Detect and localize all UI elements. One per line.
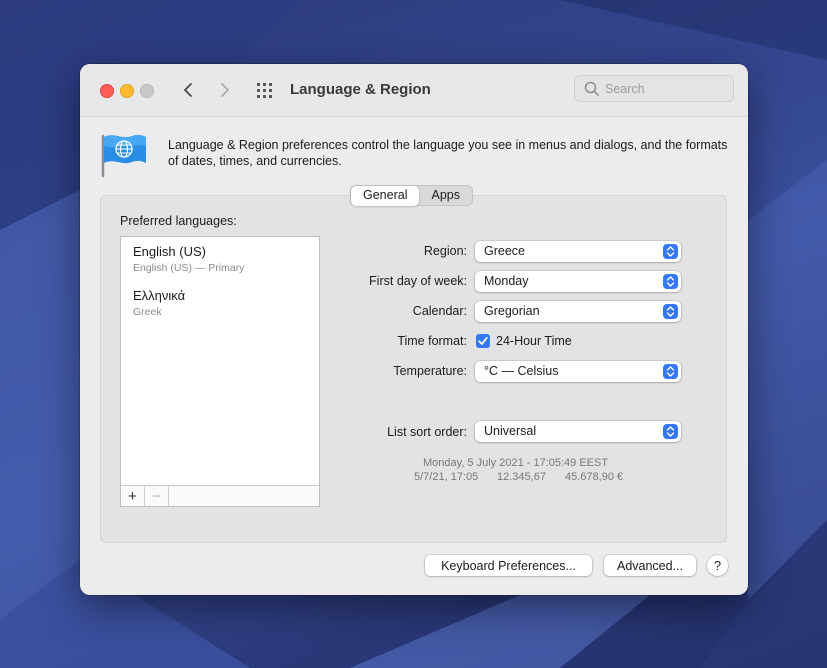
checkmark-icon (478, 336, 488, 345)
language-subtitle: English (US) — Primary (133, 262, 245, 274)
language-name: Ελληνικά (133, 288, 186, 303)
region-value: Greece (484, 244, 525, 258)
region-popup[interactable]: Greece (475, 241, 681, 262)
chevron-updown-icon (663, 304, 678, 319)
time-format-label: Time format: (397, 334, 467, 348)
show-all-button[interactable] (254, 81, 276, 99)
back-button[interactable] (176, 78, 200, 102)
flag-icon (101, 134, 146, 178)
language-list[interactable]: English (US) English (US) — Primary Ελλη… (120, 236, 320, 507)
list-item[interactable]: Ελληνικά Greek (133, 288, 185, 319)
grid-icon (257, 83, 272, 98)
remove-language-button[interactable]: − (145, 486, 169, 506)
temperature-value: °C — Celsius (484, 364, 559, 378)
chevron-updown-icon (663, 424, 678, 439)
close-button[interactable] (100, 84, 114, 98)
language-name: English (US) (133, 244, 206, 259)
first-day-popup[interactable]: Monday (475, 271, 681, 292)
search-field[interactable]: Search (574, 75, 734, 102)
first-day-label: First day of week: (369, 274, 467, 288)
tab-general[interactable]: General (351, 186, 420, 206)
calendar-popup[interactable]: Gregorian (475, 301, 681, 322)
search-placeholder: Search (605, 82, 645, 96)
advanced-button[interactable]: Advanced... (604, 555, 696, 576)
chevron-updown-icon (663, 244, 678, 259)
minimize-button[interactable] (120, 84, 134, 98)
chevron-left-icon (184, 83, 192, 97)
list-toolbar: + − (121, 485, 319, 506)
tab-bar: General Apps (350, 185, 473, 206)
search-icon (584, 81, 599, 96)
sort-order-label: List sort order: (387, 425, 467, 439)
tab-apps[interactable]: Apps (419, 186, 472, 206)
sample-short-date: 5/7/21, 17:05 (414, 471, 479, 483)
help-button[interactable]: ? (707, 555, 728, 576)
24-hour-label[interactable]: 24-Hour Time (496, 334, 572, 348)
window-title: Language & Region (290, 81, 431, 98)
language-subtitle: Greek (133, 306, 162, 318)
list-item[interactable]: English (US) English (US) — Primary (133, 244, 244, 275)
chevron-right-icon (221, 83, 229, 97)
temperature-label: Temperature: (393, 364, 467, 378)
forward-button[interactable] (213, 78, 237, 102)
keyboard-preferences-button[interactable]: Keyboard Preferences... (425, 555, 592, 576)
calendar-value: Gregorian (484, 304, 540, 318)
add-language-button[interactable]: + (121, 486, 145, 506)
sample-number: 12.345,67 (497, 471, 546, 483)
sample-date: Monday, 5 July 2021 - 17:05:49 EEST (423, 457, 609, 469)
sample-currency: 45.678,90 € (565, 471, 624, 483)
calendar-label: Calendar: (412, 304, 467, 318)
chevron-updown-icon (663, 364, 678, 379)
zoom-button[interactable] (140, 84, 154, 98)
preferred-languages-label: Preferred languages: (120, 214, 237, 228)
region-label: Region: (423, 244, 467, 258)
titlebar: Language & Region Search (80, 64, 748, 117)
first-day-value: Monday (484, 274, 529, 288)
temperature-popup[interactable]: °C — Celsius (475, 361, 681, 382)
24-hour-checkbox[interactable] (476, 334, 490, 348)
sort-order-value: Universal (484, 424, 537, 438)
description-text: Language & Region preferences control th… (168, 138, 728, 168)
sort-order-popup[interactable]: Universal (475, 421, 681, 442)
chevron-updown-icon (663, 274, 678, 289)
preferences-window: Language & Region Search Language & Regi… (80, 64, 748, 595)
